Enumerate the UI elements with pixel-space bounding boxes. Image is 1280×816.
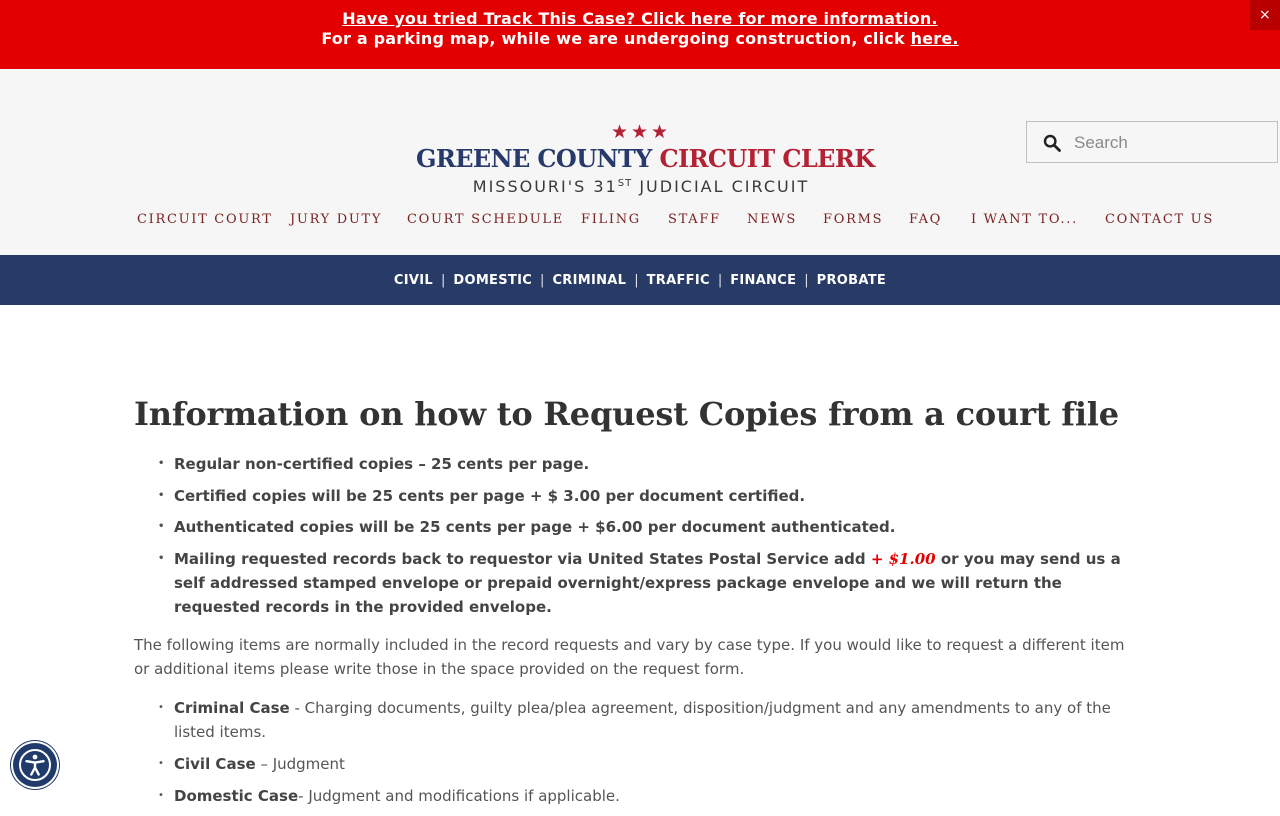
- nav-forms[interactable]: FORMS: [823, 210, 883, 230]
- subnav-separator: |: [717, 272, 723, 288]
- case-type-text: – Judgment: [255, 755, 345, 773]
- subnav-separator: |: [540, 272, 545, 288]
- mailing-text: Mailing requested records back to reques…: [174, 549, 871, 568]
- logo-title-county: GREENE COUNTY: [416, 144, 660, 173]
- nav-court-schedule[interactable]: COURT SCHEDULE: [407, 210, 564, 230]
- logo-subtitle-part2: JUDICIAL CIRCUIT: [632, 177, 810, 196]
- page-title: Information on how to Request Copies fro…: [134, 395, 1119, 433]
- star-icon: ★★★: [610, 122, 672, 143]
- nav-jury-duty[interactable]: JURY DUTY: [290, 210, 382, 230]
- logo-subtitle-sup: ST: [617, 178, 633, 189]
- list-item: Authenticated copies will be 25 cents pe…: [134, 515, 1144, 539]
- subnav-separator: |: [804, 272, 809, 288]
- case-type-label: Criminal Case: [174, 699, 290, 717]
- list-item: Domestic Case- Judgment and modification…: [134, 784, 1144, 808]
- subnav-criminal[interactable]: CRIMINAL: [552, 273, 626, 288]
- subnav-separator: |: [440, 272, 446, 288]
- case-type-list: Criminal Case - Charging documents, guil…: [134, 696, 1144, 816]
- site-logo[interactable]: ★★★ GREENE COUNTY CIRCUIT CLERK MISSOURI…: [416, 122, 875, 197]
- main-nav: CIRCUIT COURT JURY DUTY COURT SCHEDULE F…: [0, 210, 1280, 232]
- case-type-text: - Judgment and modifications if applicab…: [298, 787, 620, 805]
- nav-i-want-to[interactable]: I WANT TO...: [971, 210, 1078, 230]
- division-nav: CIVIL | DOMESTIC | CRIMINAL | TRAFFIC | …: [0, 255, 1280, 305]
- parking-map-link[interactable]: here.: [911, 29, 959, 48]
- nav-filing[interactable]: FILING: [581, 210, 641, 230]
- accessibility-icon: [19, 749, 51, 781]
- case-type-label: Domestic Case: [174, 787, 299, 805]
- search-input[interactable]: [1072, 130, 1271, 156]
- list-item: Criminal Case - Charging documents, guil…: [134, 696, 1144, 744]
- list-item: Regular non-certified copies – 25 cents …: [134, 452, 1144, 476]
- case-type-text: - Charging documents, guilty plea/plea a…: [174, 699, 1111, 741]
- search-box: [1026, 121, 1278, 163]
- mailing-fee: + $1.00: [870, 549, 936, 568]
- logo-title-clerk: CIRCUIT CLERK: [659, 144, 875, 173]
- nav-circuit-court[interactable]: CIRCUIT COURT: [137, 210, 273, 230]
- nav-faq[interactable]: FAQ: [909, 210, 942, 230]
- close-banner-button[interactable]: ×: [1250, 0, 1280, 30]
- subnav-civil[interactable]: CIVIL: [394, 273, 433, 288]
- announcement-banner: Have you tried Track This Case? Click he…: [0, 0, 1280, 69]
- accessibility-button[interactable]: [13, 743, 57, 787]
- nav-contact-us[interactable]: CONTACT US: [1105, 210, 1214, 230]
- nav-news[interactable]: NEWS: [747, 210, 797, 230]
- logo-title: GREENE COUNTY CIRCUIT CLERK: [416, 143, 875, 175]
- subnav-traffic[interactable]: TRAFFIC: [647, 273, 710, 288]
- parking-map-text: For a parking map, while we are undergoi…: [321, 29, 911, 48]
- site-header: ★★★ GREENE COUNTY CIRCUIT CLERK MISSOURI…: [0, 69, 1280, 255]
- logo-subtitle: MISSOURI'S 31ST JUDICIAL CIRCUIT: [416, 174, 866, 197]
- list-item: Certified copies will be 25 cents per pa…: [134, 484, 1144, 508]
- track-this-case-link[interactable]: Have you tried Track This Case? Click he…: [342, 9, 937, 28]
- list-item: Mailing requested records back to reques…: [134, 547, 1144, 619]
- case-type-label: Civil Case: [174, 755, 256, 773]
- nav-staff[interactable]: STAFF: [668, 210, 721, 230]
- list-item: Civil Case – Judgment: [134, 752, 1144, 776]
- search-icon[interactable]: [1043, 134, 1061, 152]
- subnav-separator: |: [634, 272, 639, 288]
- fee-list: Regular non-certified copies – 25 cents …: [134, 452, 1144, 626]
- main-content: Information on how to Request Copies fro…: [134, 390, 1144, 808]
- subnav-finance[interactable]: FINANCE: [730, 273, 796, 288]
- logo-subtitle-part1: MISSOURI'S 31: [472, 177, 618, 196]
- subnav-probate[interactable]: PROBATE: [817, 273, 886, 288]
- intro-paragraph: The following items are normally include…: [134, 636, 1125, 678]
- subnav-domestic[interactable]: DOMESTIC: [453, 273, 532, 288]
